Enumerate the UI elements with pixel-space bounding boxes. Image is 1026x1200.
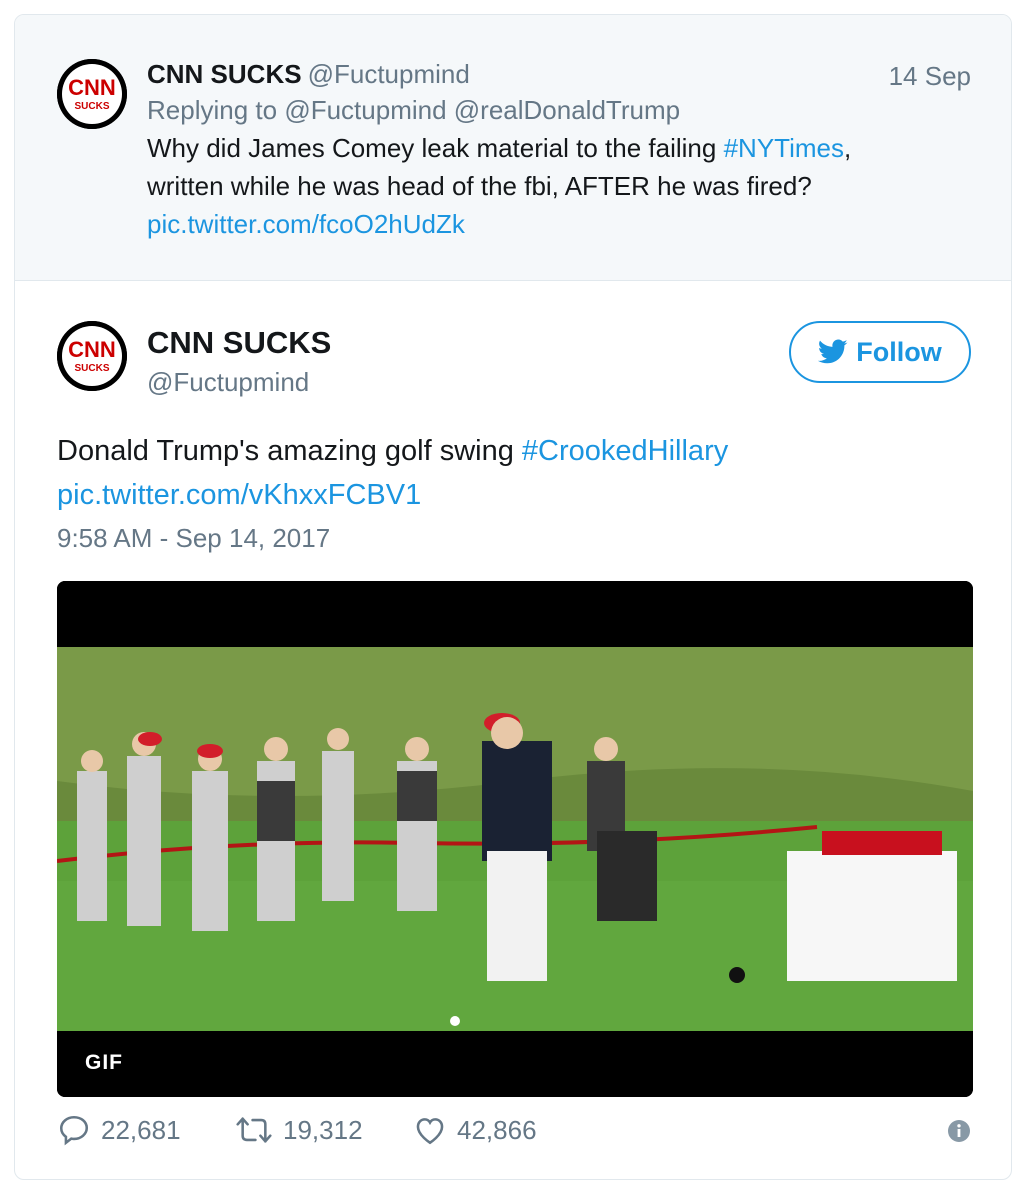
tweet-text-part: , (843, 133, 852, 163)
tweet-text-part: Why did James Comey leak material to the… (147, 133, 724, 163)
tweet-text: Donald Trump's amazing golf swing #Crook… (57, 429, 971, 517)
like-count: 42,866 (457, 1114, 537, 1145)
handle[interactable]: @Fuctupmind (147, 365, 309, 399)
info-button[interactable] (947, 1119, 971, 1150)
reply-prefix: Replying to (147, 95, 278, 125)
handle[interactable]: @Fuctupmind (308, 59, 470, 89)
pic-link[interactable]: pic.twitter.com/fcoO2hUdZk (147, 209, 465, 239)
avatar-logo-bottom: SUCKS (74, 101, 109, 112)
avatar-logo-bottom: SUCKS (74, 363, 109, 374)
replying-to: Replying to @Fuctupmind @realDonaldTrump (147, 91, 971, 129)
retweet-count: 19,312 (283, 1114, 363, 1145)
pic-link[interactable]: pic.twitter.com/vKhxxFCBV1 (57, 479, 421, 511)
display-name[interactable]: CNN SUCKS (147, 323, 331, 363)
tweet-text: Why did James Comey leak material to the… (147, 129, 971, 243)
hashtag-link[interactable]: #CrookedHillary (522, 435, 728, 467)
follow-button[interactable]: Follow (789, 321, 971, 383)
avatar-logo-top: CNN (68, 75, 116, 100)
heart-icon (416, 1118, 444, 1145)
reply-mention-1[interactable]: @Fuctupmind (284, 95, 446, 125)
follow-label: Follow (856, 336, 942, 367)
tweet-text-part: written while he was head of the fbi, AF… (147, 171, 812, 201)
gif-media[interactable]: GIF (57, 581, 973, 1097)
cnn-sucks-logo: CNN SUCKS (57, 59, 127, 129)
reply-action[interactable]: 22,681 (57, 1113, 181, 1147)
avatar[interactable]: CNN SUCKS (57, 59, 127, 129)
tweet-timestamp[interactable]: 9:58 AM - Sep 14, 2017 (57, 523, 330, 554)
avatar[interactable]: CNN SUCKS (57, 321, 127, 391)
golf-swing-gif-frame (57, 581, 973, 1097)
twitter-bird-icon (818, 339, 848, 364)
hashtag-link[interactable]: #NYTimes (724, 133, 844, 163)
cnn-sucks-logo: CNN SUCKS (57, 321, 127, 391)
reply-count: 22,681 (101, 1114, 181, 1145)
display-name[interactable]: CNN SUCKS (147, 59, 302, 89)
retweet-icon (236, 1117, 272, 1143)
tweet-text-part: Donald Trump's amazing golf swing (57, 435, 522, 467)
info-icon (948, 1120, 970, 1142)
reply-icon (59, 1115, 89, 1146)
tweet-actions: 22,681 19,312 42,866 (57, 1113, 971, 1155)
avatar-logo-top: CNN (68, 337, 116, 362)
like-action[interactable]: 42,866 (413, 1113, 537, 1147)
tweet-embed-card: CNN SUCKS 14 Sep CNN SUCKS @Fuctupmind Re… (14, 14, 1012, 1180)
reply-mention-2[interactable]: @realDonaldTrump (454, 95, 680, 125)
gif-badge: GIF (85, 1051, 123, 1074)
retweet-action[interactable]: 19,312 (235, 1113, 363, 1147)
parent-tweet[interactable]: CNN SUCKS 14 Sep CNN SUCKS @Fuctupmind Re… (15, 15, 1011, 281)
